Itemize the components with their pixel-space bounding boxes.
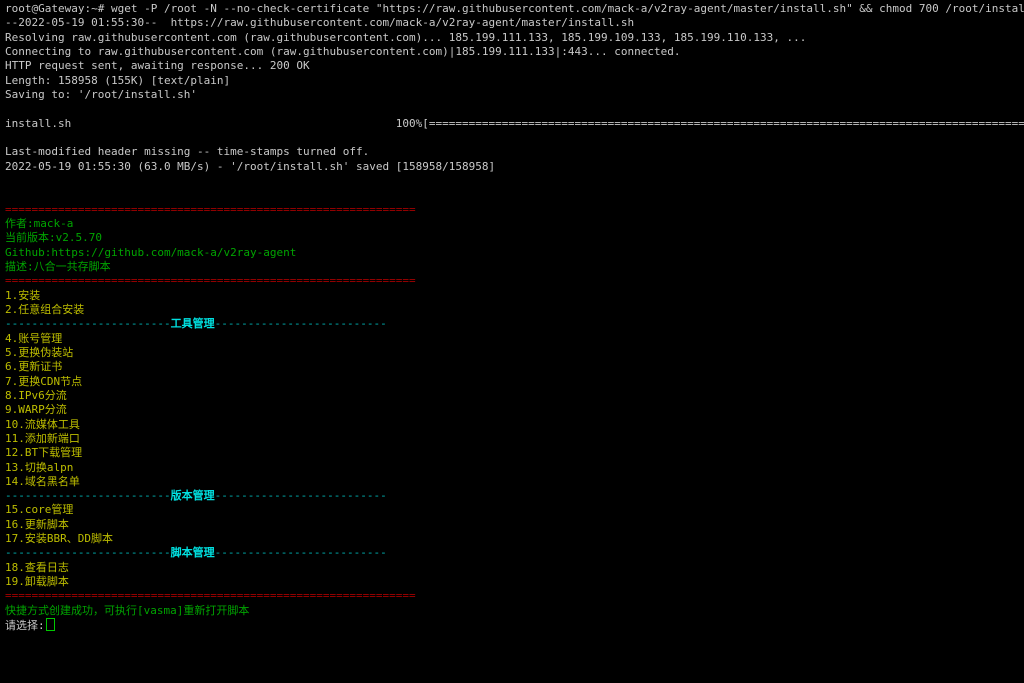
menu-item-16: 16.更新脚本	[5, 518, 1024, 532]
terminal-text: Last-modified header missing -- time-sta…	[5, 145, 369, 158]
blank-line	[5, 131, 1024, 145]
terminal-text: 6.更新证书	[5, 360, 62, 373]
shortcut-created-message: 快捷方式创建成功，可执行[vasma]重新打开脚本	[5, 604, 1024, 618]
terminal-text: 18.查看日志	[5, 561, 69, 574]
terminal-text: 7.更换CDN节点	[5, 375, 82, 388]
terminal-text: 10.流媒体工具	[5, 418, 80, 431]
terminal-text: 版本管理	[171, 489, 215, 502]
wget-http-response: HTTP request sent, awaiting response... …	[5, 59, 1024, 73]
terminal-text: HTTP request sent, awaiting response... …	[5, 59, 310, 72]
terminal-text: 9.WARP分流	[5, 403, 67, 416]
blank-line	[5, 174, 1024, 188]
menu-item-1: 1.安装	[5, 289, 1024, 303]
menu-item-18: 18.查看日志	[5, 561, 1024, 575]
menu-item-19: 19.卸载脚本	[5, 575, 1024, 589]
wget-lastmodified-note: Last-modified header missing -- time-sta…	[5, 145, 1024, 159]
script-version: 当前版本:v2.5.70	[5, 231, 1024, 245]
menu-item-8: 8.IPv6分流	[5, 389, 1024, 403]
terminal-text: 12.BT下载管理	[5, 446, 82, 459]
terminal-text: --------------------------	[215, 317, 387, 330]
blank-line	[5, 102, 1024, 116]
script-author: 作者:mack-a	[5, 217, 1024, 231]
wget-progress-bar: install.sh 100%[========================…	[5, 117, 1024, 131]
terminal-text: Length: 158958 (155K) [text/plain]	[5, 74, 230, 87]
separator-red: ========================================…	[5, 274, 1024, 288]
separator-version: -------------------------版本管理-----------…	[5, 489, 1024, 503]
terminal-text: ========================================…	[5, 589, 416, 602]
terminal-text: 工具管理	[171, 317, 215, 330]
terminal-text: Resolving raw.githubusercontent.com (raw…	[5, 31, 806, 44]
menu-item-5: 5.更换伪装站	[5, 346, 1024, 360]
separator-red: ========================================…	[5, 589, 1024, 603]
terminal-text: 2022-05-19 01:55:30 (63.0 MB/s) - '/root…	[5, 160, 495, 173]
terminal-text: 8.IPv6分流	[5, 389, 67, 402]
separator-script: -------------------------脚本管理-----------…	[5, 546, 1024, 560]
terminal-text: install.sh 100%[========================…	[5, 117, 1024, 130]
wget-connecting: Connecting to raw.githubusercontent.com …	[5, 45, 1024, 59]
terminal-text: --------------------------	[215, 489, 387, 502]
terminal-text: 快捷方式创建成功，可执行[vasma]重新打开脚本	[5, 604, 249, 617]
terminal-text: 2.任意组合安装	[5, 303, 84, 316]
terminal-text: 作者:mack-a	[5, 217, 73, 230]
terminal-text: ========================================…	[5, 274, 416, 287]
menu-item-9: 9.WARP分流	[5, 403, 1024, 417]
prompt-line: 请选择:	[5, 618, 1024, 632]
terminal-text: 17.安装BBR、DD脚本	[5, 532, 113, 545]
separator-tools: -------------------------工具管理-----------…	[5, 317, 1024, 331]
terminal-text: 13.切换alpn	[5, 461, 73, 474]
blank-line	[5, 188, 1024, 202]
script-github: Github:https://github.com/mack-a/v2ray-a…	[5, 246, 1024, 260]
menu-item-13: 13.切换alpn	[5, 461, 1024, 475]
wget-length: Length: 158958 (155K) [text/plain]	[5, 74, 1024, 88]
wget-saved-summary: 2022-05-19 01:55:30 (63.0 MB/s) - '/root…	[5, 160, 1024, 174]
terminal-text: 11.添加新端口	[5, 432, 80, 445]
terminal-text: 当前版本:v2.5.70	[5, 231, 102, 244]
terminal-text: 脚本管理	[171, 546, 215, 559]
terminal-text: 16.更新脚本	[5, 518, 69, 531]
menu-item-17: 17.安装BBR、DD脚本	[5, 532, 1024, 546]
terminal-text: 1.安装	[5, 289, 40, 302]
terminal-text: 15.core管理	[5, 503, 73, 516]
shell-command: root@Gateway:~# wget -P /root -N --no-ch…	[5, 2, 1024, 16]
terminal-text: 5.更换伪装站	[5, 346, 73, 359]
terminal-text: Connecting to raw.githubusercontent.com …	[5, 45, 681, 58]
text-cursor[interactable]	[46, 618, 55, 631]
terminal-text: 14.域名黑名单	[5, 475, 80, 488]
menu-item-2: 2.任意组合安装	[5, 303, 1024, 317]
terminal-text: --------------------------	[215, 546, 387, 559]
menu-item-4: 4.账号管理	[5, 332, 1024, 346]
menu-item-14: 14.域名黑名单	[5, 475, 1024, 489]
terminal-text: -------------------------	[5, 546, 171, 559]
menu-item-11: 11.添加新端口	[5, 432, 1024, 446]
terminal-text: 19.卸载脚本	[5, 575, 69, 588]
menu-item-10: 10.流媒体工具	[5, 418, 1024, 432]
menu-item-7: 7.更换CDN节点	[5, 375, 1024, 389]
menu-item-6: 6.更新证书	[5, 360, 1024, 374]
wget-timestamp-url: --2022-05-19 01:55:30-- https://raw.gith…	[5, 16, 1024, 30]
wget-resolving: Resolving raw.githubusercontent.com (raw…	[5, 31, 1024, 45]
script-description: 描述:八合一共存脚本	[5, 260, 1024, 274]
terminal-text: 4.账号管理	[5, 332, 62, 345]
menu-item-15: 15.core管理	[5, 503, 1024, 517]
terminal-text: 请选择:	[5, 619, 45, 632]
terminal-text: root@Gateway:~# wget -P /root -N --no-ch…	[5, 2, 1024, 15]
terminal-screen[interactable]: root@Gateway:~# wget -P /root -N --no-ch…	[0, 0, 1024, 683]
terminal-text: 描述:八合一共存脚本	[5, 260, 111, 273]
terminal-text: Saving to: '/root/install.sh'	[5, 88, 197, 101]
terminal-text: -------------------------	[5, 317, 171, 330]
menu-item-12: 12.BT下载管理	[5, 446, 1024, 460]
terminal-text: Github:https://github.com/mack-a/v2ray-a…	[5, 246, 296, 259]
wget-saving-to: Saving to: '/root/install.sh'	[5, 88, 1024, 102]
separator-red: ========================================…	[5, 203, 1024, 217]
terminal-text: -------------------------	[5, 489, 171, 502]
terminal-text: --2022-05-19 01:55:30-- https://raw.gith…	[5, 16, 634, 29]
terminal-text: ========================================…	[5, 203, 416, 216]
